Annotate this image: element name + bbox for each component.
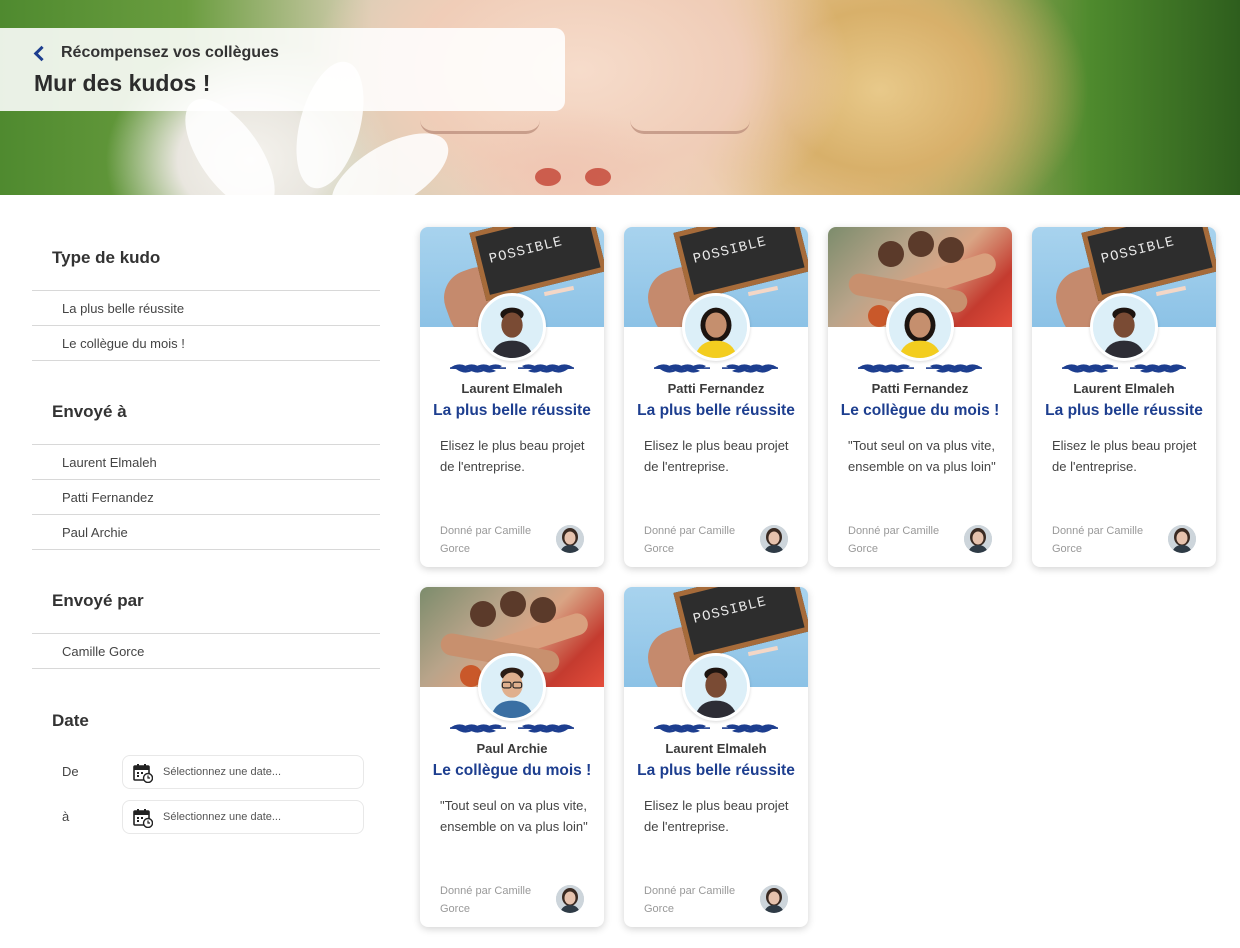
giver-avatar [1168,525,1196,553]
recipient-avatar [682,653,750,721]
laurel-icon [858,364,982,373]
filter-date-title: Date [52,711,89,730]
recipient-avatar [682,293,750,361]
kudo-type: La plus belle réussite [637,402,795,419]
filter-item-recipient[interactable]: Paul Archie [32,515,380,550]
laurel-icon [654,364,778,373]
date-to-label: à [62,809,70,824]
filter-sent-by-title: Envoyé par [52,591,144,610]
date-from-label: De [62,764,79,779]
laurel-icon [1062,364,1186,373]
kudo-type: La plus belle réussite [637,762,795,779]
kudo-type: Le collègue du mois ! [432,762,592,779]
giver-avatar [556,885,584,913]
date-to-row: à Sélectionnez une date... [32,799,380,834]
kudo-message: Elisez le plus beau projet de l'entrepri… [644,438,789,474]
filter-item-recipient[interactable]: Laurent Elmaleh [32,445,380,480]
kudo-recipient: Laurent Elmaleh [665,741,767,756]
date-to-input[interactable]: Sélectionnez une date... [122,799,364,834]
kudo-giver: Donné par Camille Gorce [848,525,940,555]
filter-type-list: La plus belle réussite Le collègue du mo… [32,290,380,361]
date-from-row: De Sélectionnez une date... [32,754,380,789]
recipient-avatar [1090,293,1158,361]
kudo-message: "Tout seul on va plus vite, ensemble on … [848,438,996,474]
filter-item-giver[interactable]: Camille Gorce [32,634,380,669]
kudo-message: Elisez le plus beau projet de l'entrepri… [440,438,585,474]
filter-sent-to-title: Envoyé à [52,402,127,421]
kudo-giver: Donné par Camille Gorce [440,885,532,915]
recipient-avatar [478,653,546,721]
calendar-icon [133,808,154,828]
kudo-giver: Donné par Camille Gorce [644,525,736,555]
kudo-recipient: Laurent Elmaleh [1073,381,1175,396]
kudo-message: "Tout seul on va plus vite, ensemble on … [440,798,588,834]
kudo-recipient: Patti Fernandez [667,381,765,396]
kudo-giver: Donné par Camille Gorce [440,525,532,555]
laurel-icon [654,724,778,733]
page-header: Récompensez vos collègues Mur des kudos … [0,28,565,111]
kudo-card[interactable]: POSSIBLE Patti Fernandez La plus belle r… [624,227,808,567]
kudo-type: La plus belle réussite [433,402,591,419]
kudo-card[interactable]: POSSIBLE Laurent Elmaleh La plus belle r… [624,587,808,927]
giver-avatar [760,525,788,553]
kudo-message: Elisez le plus beau projet de l'entrepri… [1052,438,1197,474]
kudo-recipient: Laurent Elmaleh [461,381,563,396]
filter-sidebar: Type de kudo La plus belle réussite Le c… [32,195,380,834]
date-from-input[interactable]: Sélectionnez une date... [122,754,364,789]
filter-sent-to-list: Laurent Elmaleh Patti Fernandez Paul Arc… [32,444,380,550]
date-from-placeholder: Sélectionnez une date... [163,765,282,778]
filter-type-title: Type de kudo [52,248,161,267]
back-link[interactable]: Récompensez vos collègues [33,44,279,62]
recipient-avatar [886,293,954,361]
date-to-placeholder: Sélectionnez une date... [163,810,282,823]
recipient-avatar [478,293,546,361]
chevron-left-icon[interactable] [33,45,50,61]
filter-item-type[interactable]: Le collègue du mois ! [32,326,380,361]
kudo-recipient: Patti Fernandez [871,381,969,396]
kudo-type: Le collègue du mois ! [840,402,1000,419]
giver-avatar [760,885,788,913]
filter-sent-by-list: Camille Gorce [32,633,380,669]
kudo-type: La plus belle réussite [1045,402,1203,419]
kudo-card[interactable]: Paul Archie Le collègue du mois ! "Tout … [420,587,604,927]
filter-item-recipient[interactable]: Patti Fernandez [32,480,380,515]
kudo-recipient: Paul Archie [476,741,548,756]
calendar-icon [133,763,154,783]
laurel-icon [450,364,574,373]
kudo-giver: Donné par Camille Gorce [1052,525,1144,555]
laurel-icon [450,724,574,733]
giver-avatar [964,525,992,553]
back-label[interactable]: Récompensez vos collègues [61,44,279,62]
kudo-giver: Donné par Camille Gorce [644,885,736,915]
filter-item-type[interactable]: La plus belle réussite [32,291,380,326]
kudo-card[interactable]: POSSIBLE Laurent Elmaleh La plus belle r… [1032,227,1216,567]
kudo-card[interactable]: Patti Fernandez Le collègue du mois ! "T… [828,227,1012,567]
giver-avatar [556,525,584,553]
kudo-card[interactable]: POSSIBLE Laurent Elmaleh La plus belle r… [420,227,604,567]
kudo-message: Elisez le plus beau projet de l'entrepri… [644,798,789,834]
page-title: Mur des kudos ! [34,70,211,96]
